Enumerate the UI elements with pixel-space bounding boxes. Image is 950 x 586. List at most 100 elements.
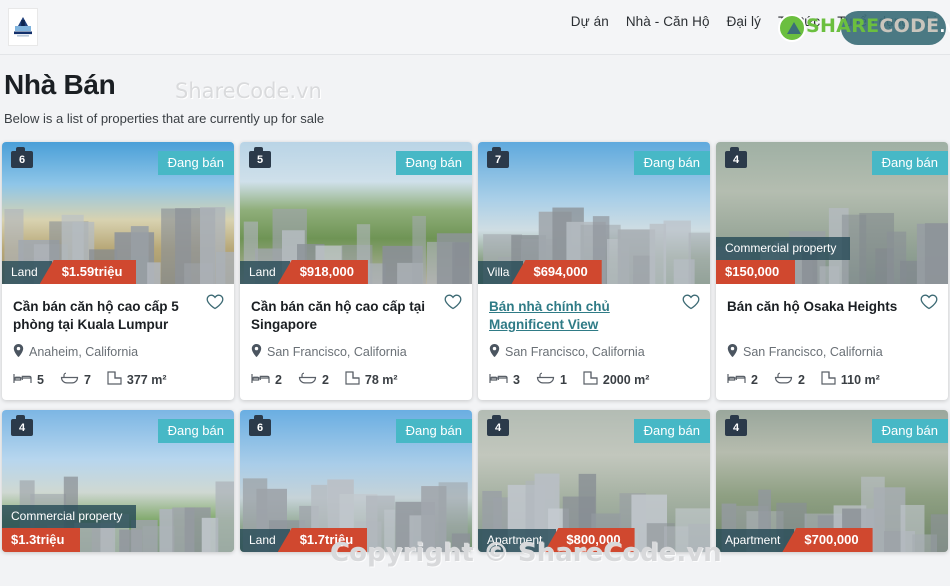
- favorite-heart-icon[interactable]: [682, 294, 700, 310]
- bathrooms-value: 1: [559, 372, 567, 387]
- site-logo[interactable]: [8, 8, 38, 46]
- property-title[interactable]: Cần bán căn hộ cao cấp tại Singapore: [251, 298, 461, 334]
- feature-bathrooms: 2: [298, 372, 329, 388]
- location-pin-icon: [727, 344, 738, 360]
- property-title[interactable]: Cần bán căn hộ cao cấp 5 phòng tại Kuala…: [13, 298, 223, 334]
- card-tag-bar: Land $1.7triệu: [240, 528, 472, 552]
- bathrooms-value: 7: [83, 372, 91, 387]
- property-card[interactable]: 4 Đang bán Commercial property $150,000 …: [716, 142, 948, 400]
- bedrooms-value: 2: [275, 372, 282, 387]
- card-tag-bar: Apartment $800,000: [478, 528, 710, 552]
- feature-area: 2000 m²: [583, 371, 650, 388]
- page-header: Nhà Bán ShareCode.vn Below is a list of …: [0, 55, 950, 126]
- status-badge: Đang bán: [395, 151, 472, 175]
- status-badge: Đang bán: [633, 419, 710, 443]
- photo-count-value: 7: [494, 153, 502, 166]
- bedrooms-value: 3: [513, 372, 520, 387]
- card-media[interactable]: 4 Đang bán Apartment $800,000: [478, 410, 710, 552]
- card-media[interactable]: 4 Đang bán Commercial property $150,000: [716, 142, 948, 284]
- nav-item-lien-he[interactable]: Li: [926, 14, 940, 29]
- status-badge: Đang bán: [395, 419, 472, 443]
- property-card[interactable]: 4 Đang bán Commercial property $1.3triệu: [2, 410, 234, 552]
- favorite-heart-icon[interactable]: [206, 294, 224, 310]
- location-pin-icon: [251, 344, 262, 360]
- bathrooms-value: 2: [797, 372, 805, 387]
- feature-bathrooms: 2: [774, 372, 805, 388]
- area-value: 110 m²: [840, 372, 880, 387]
- card-media[interactable]: 4 Đang bán Commercial property $1.3triệu: [2, 410, 234, 552]
- card-media[interactable]: 7 Đang bán Villa $694,000: [478, 142, 710, 284]
- card-body: Cần bán căn hộ cao cấp 5 phòng tại Kuala…: [2, 284, 234, 400]
- location-pin-icon: [13, 344, 24, 360]
- property-card[interactable]: 6 Đang bán Land $1.7triệu: [240, 410, 472, 552]
- card-tag-bar: Land $1.59triệu: [2, 260, 234, 284]
- property-type-tag: Apartment: [716, 529, 795, 552]
- property-card[interactable]: 4 Đang bán Apartment $800,000: [478, 410, 710, 552]
- property-card[interactable]: 6 Đang bán Land $1.59triệu Cần bán căn h…: [2, 142, 234, 400]
- favorite-heart-icon[interactable]: [444, 294, 462, 310]
- status-badge: Đang bán: [157, 151, 234, 175]
- property-location: San Francisco, California: [489, 344, 699, 360]
- photo-count-badge: 7: [487, 147, 509, 168]
- bedrooms-value: 5: [37, 372, 44, 387]
- card-tag-bar: Villa $694,000: [478, 260, 710, 284]
- card-media[interactable]: 4 Đang bán Apartment $700,000: [716, 410, 948, 552]
- page-title: Nhà Bán: [4, 69, 116, 100]
- location-text: Anaheim, California: [29, 345, 139, 359]
- feature-bathrooms: 1: [536, 372, 567, 388]
- property-card[interactable]: 5 Đang bán Land $918,000 Cần bán căn hộ …: [240, 142, 472, 400]
- nav-item-dai-ly[interactable]: Đại lý: [727, 14, 761, 29]
- status-badge: Đang bán: [157, 419, 234, 443]
- photo-count-badge: 4: [487, 415, 509, 436]
- bed-icon: [489, 372, 508, 388]
- bed-icon: [13, 372, 32, 388]
- card-media[interactable]: 6 Đang bán Land $1.7triệu: [240, 410, 472, 552]
- property-location: San Francisco, California: [251, 344, 461, 360]
- feature-bedrooms: 2: [727, 372, 758, 388]
- floorplan-icon: [107, 371, 122, 388]
- nav-item-nha-can-ho[interactable]: Nhà - Căn Hộ: [626, 14, 710, 29]
- feature-area: 78 m²: [345, 371, 398, 388]
- photo-count-badge: 6: [11, 147, 33, 168]
- building-logo-icon: [14, 17, 32, 37]
- floorplan-icon: [821, 371, 836, 388]
- card-media[interactable]: 6 Đang bán Land $1.59triệu: [2, 142, 234, 284]
- location-text: San Francisco, California: [505, 345, 645, 359]
- property-grid: 6 Đang bán Land $1.59triệu Cần bán căn h…: [0, 142, 950, 552]
- price-tag: $700,000: [782, 528, 873, 552]
- location-pin-icon: [489, 344, 500, 360]
- price-tag: $918,000: [277, 260, 368, 284]
- property-card[interactable]: 4 Đang bán Apartment $700,000: [716, 410, 948, 552]
- favorite-heart-icon[interactable]: [920, 294, 938, 310]
- nav-item-du-an[interactable]: Dự án: [571, 14, 609, 29]
- card-tag-bar: Land $918,000: [240, 260, 472, 284]
- area-value: 2000 m²: [602, 372, 650, 387]
- property-title[interactable]: Bán căn hộ Osaka Heights: [727, 298, 937, 334]
- photo-count-value: 4: [732, 153, 740, 166]
- card-body: Bán căn hộ Osaka Heights San Francisco, …: [716, 284, 948, 400]
- price-tag: $694,000: [511, 260, 602, 284]
- feature-bathrooms: 7: [60, 372, 91, 388]
- property-card[interactable]: 7 Đang bán Villa $694,000 Bán nhà chính …: [478, 142, 710, 400]
- card-media[interactable]: 5 Đang bán Land $918,000: [240, 142, 472, 284]
- photo-count-badge: 4: [725, 147, 747, 168]
- card-tag-bar: Commercial property $150,000: [716, 237, 948, 284]
- price-tag: $150,000: [716, 260, 796, 284]
- feature-bedrooms: 2: [251, 372, 282, 388]
- main-nav: Dự án Nhà - Căn Hộ Đại lý Tin tức Tuyển …: [571, 14, 940, 29]
- floorplan-icon: [583, 371, 598, 388]
- floorplan-icon: [345, 371, 360, 388]
- photo-count-value: 6: [18, 153, 26, 166]
- bathtub-icon: [774, 372, 793, 388]
- price-tag: $800,000: [544, 528, 635, 552]
- property-title[interactable]: Bán nhà chính chủ Magnificent View: [489, 298, 699, 334]
- location-text: San Francisco, California: [267, 345, 407, 359]
- photo-count-badge: 5: [249, 147, 271, 168]
- property-type-tag: Commercial property: [716, 237, 851, 260]
- bed-icon: [727, 372, 746, 388]
- nav-item-tin-tuc[interactable]: Tin tức: [778, 14, 820, 29]
- feature-area: 377 m²: [107, 371, 167, 388]
- nav-item-tuyen-dung[interactable]: Tuyển dụng: [837, 14, 909, 29]
- property-features: 5 7 377 m²: [13, 371, 223, 388]
- photo-count-value: 4: [732, 421, 740, 434]
